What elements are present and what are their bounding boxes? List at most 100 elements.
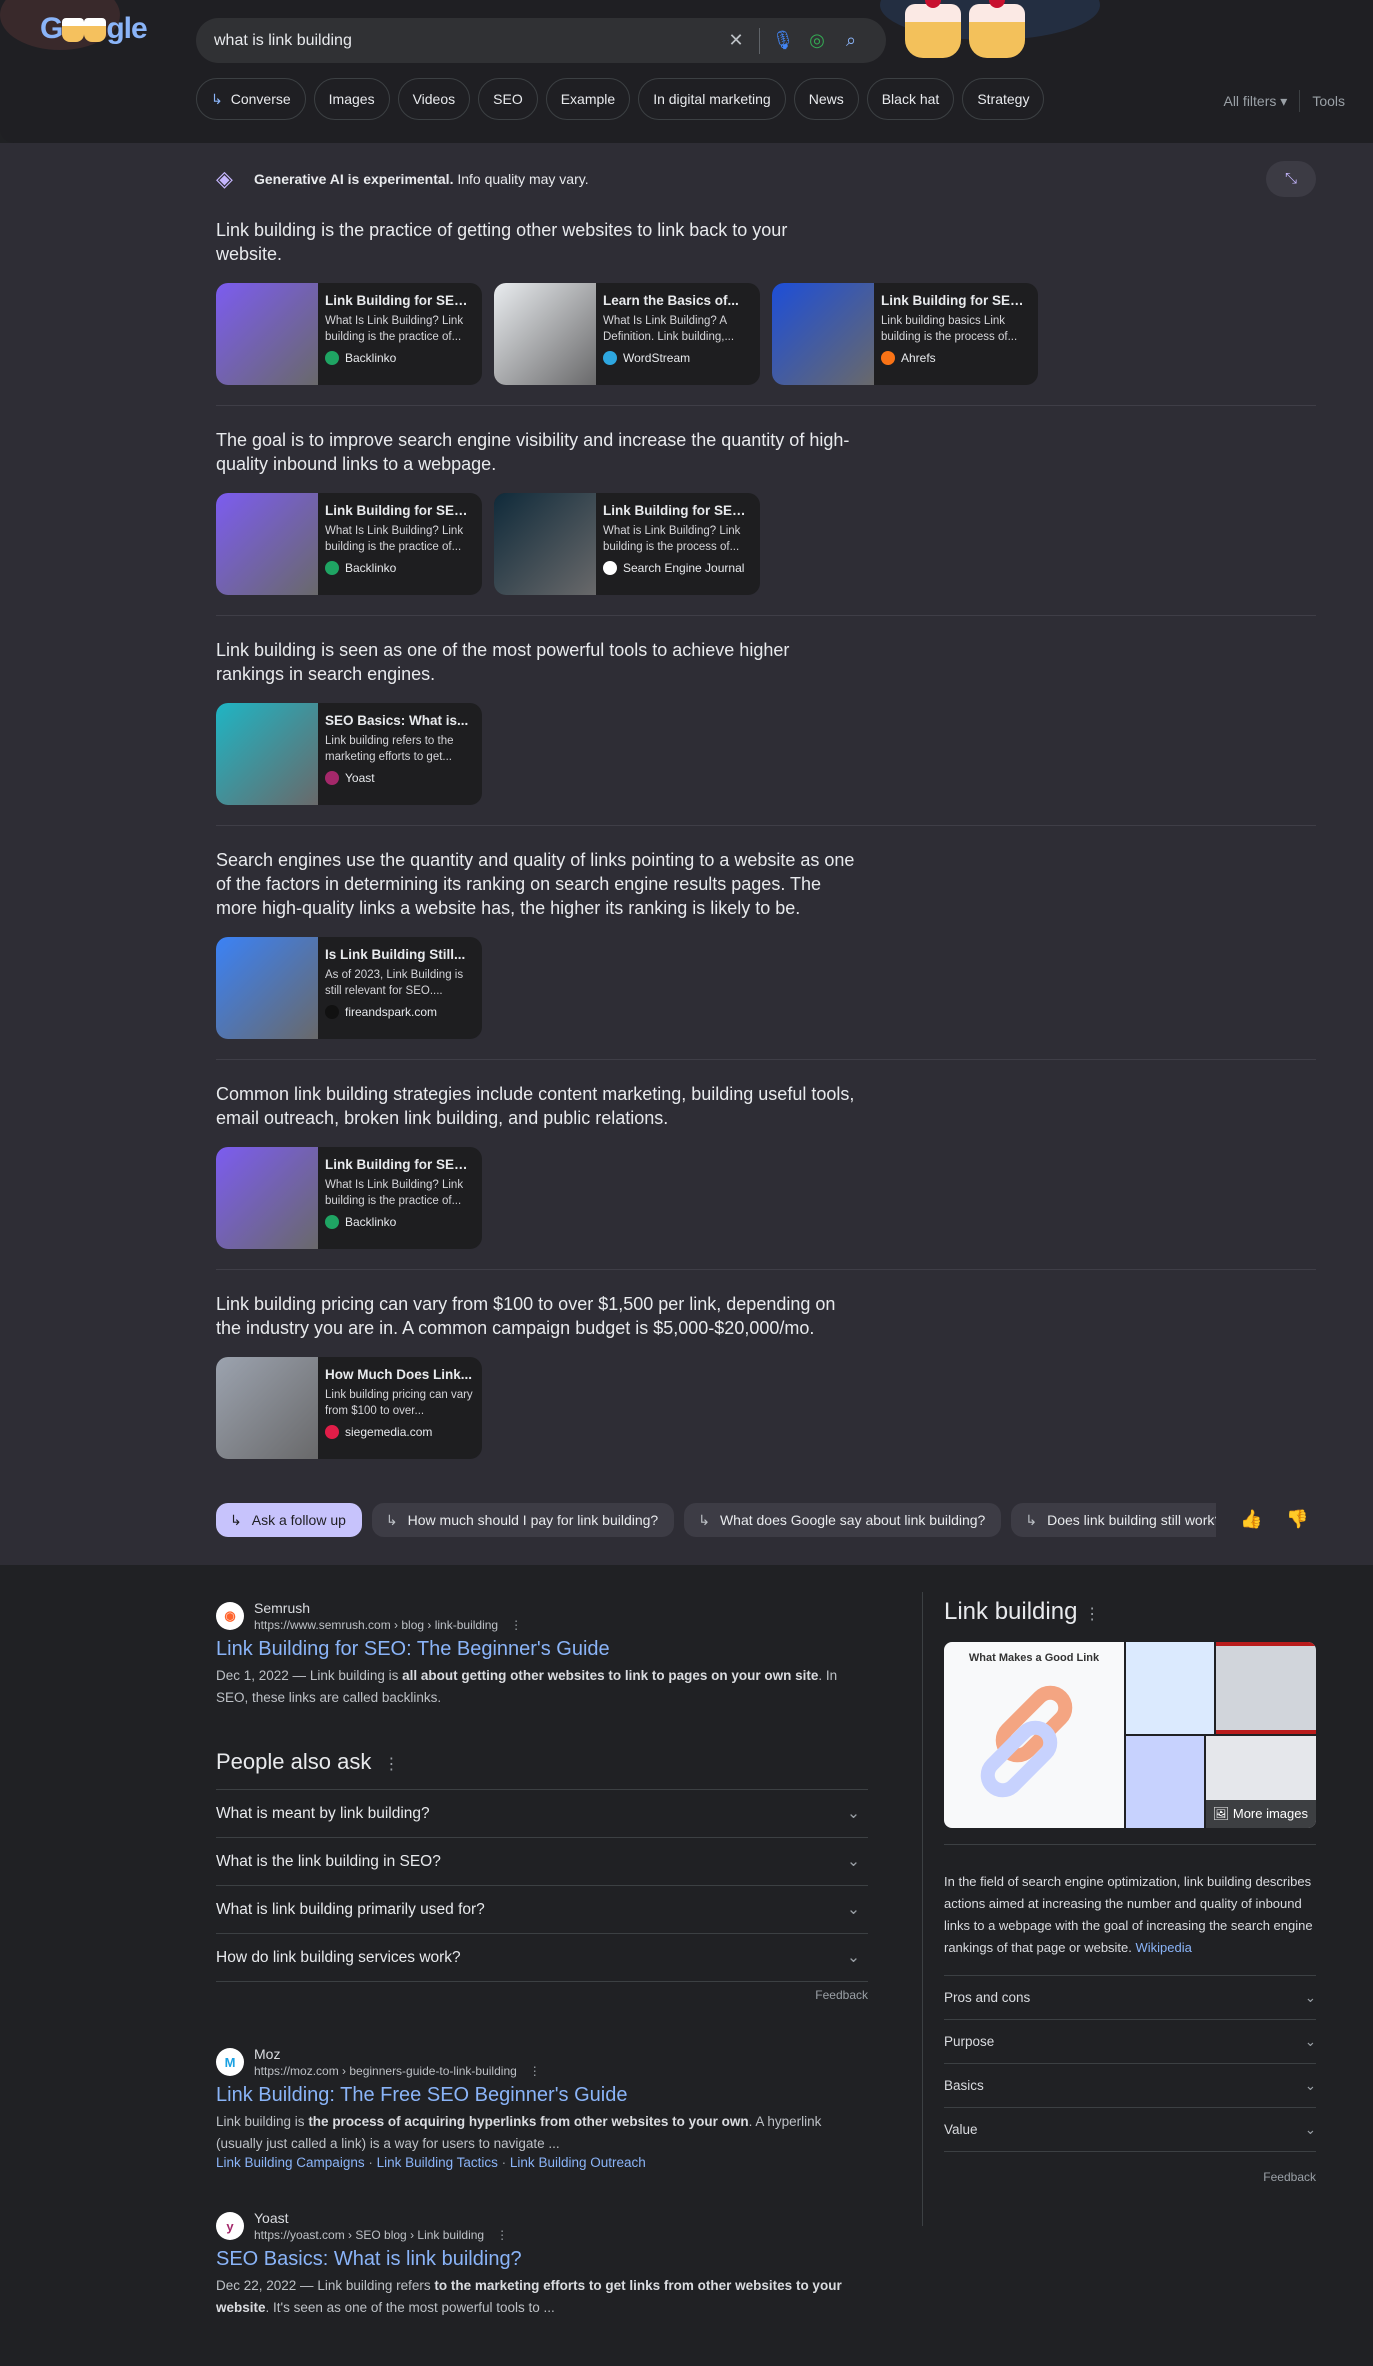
chip-example[interactable]: Example <box>545 78 631 120</box>
card-body: Link Building for SEO... What is Link Bui… <box>596 493 760 595</box>
clear-icon[interactable]: ✕ <box>719 30 753 51</box>
card-source: Search Engine Journal <box>603 561 752 575</box>
followup-chips: ↳ Ask a follow up ↳ How much should I pay f… <box>216 1503 1216 1537</box>
source-card[interactable]: Link Building for SEO... What is Link Bui… <box>494 493 760 595</box>
thumbs-up-icon[interactable]: 👍 <box>1240 1509 1262 1530</box>
source-card[interactable]: Link Building for SEO... Link building ba… <box>772 283 1038 385</box>
card-body: Link Building for SEO... What Is Link Bui… <box>318 1147 482 1249</box>
question-text: What is meant by link building? <box>216 1804 430 1822</box>
kp-row[interactable]: Purpose ⌄ <box>944 2019 1316 2063</box>
image-icon: 🖼 <box>1212 1806 1230 1821</box>
more-options-icon[interactable]: ⋮ <box>383 1756 399 1773</box>
chip-black-hat[interactable]: Black hat <box>866 78 955 120</box>
card-title: Link Building for SEO... <box>881 293 1030 308</box>
card-body: Learn the Basics of... What Is Link Build… <box>596 283 760 385</box>
result-title-link[interactable]: Link Building for SEO: The Beginner's Gu… <box>216 1638 868 1661</box>
sitelink[interactable]: Link Building Outreach <box>510 2155 646 2170</box>
followup-suggestion[interactable]: ↳ Does link building still work? <box>1011 1503 1216 1537</box>
sitelink[interactable]: Link Building Campaigns <box>216 2155 365 2170</box>
card-description: What Is Link Building? Link building is … <box>325 525 464 553</box>
source-card[interactable]: Is Link Building Still... As of 2023, Lin… <box>216 937 482 1039</box>
chevron-down-icon: ⌄ <box>1304 1989 1316 2005</box>
search-input[interactable]: what is link building <box>214 32 719 50</box>
all-filters-button[interactable]: All filters ▾ <box>1223 93 1287 110</box>
paa-question[interactable]: What is the link building in SEO? ⌄ <box>216 1837 868 1885</box>
card-body: How Much Does Link... Link building prici… <box>318 1357 482 1459</box>
site-name: Yoast <box>254 2210 289 2226</box>
more-options-icon[interactable]: ⋮ <box>510 1618 522 1632</box>
snippet-text: Link building refers <box>317 2278 435 2293</box>
site-info: Yoast https://yoast.com › SEO blog › Link… <box>254 2210 508 2242</box>
header: Ggle what is link building ✕ 🎙 ◎ ⌕ ↳ Conv… <box>0 0 1373 143</box>
result-site[interactable]: ◉ Semrush https://www.semrush.com › blog ›… <box>216 1600 868 1632</box>
result-title-link[interactable]: Link Building: The Free SEO Beginner's G… <box>216 2084 868 2107</box>
search-box[interactable]: what is link building ✕ 🎙 ◎ ⌕ <box>196 18 886 63</box>
kp-image[interactable] <box>1126 1642 1214 1734</box>
more-options-icon[interactable]: ⋮ <box>529 2064 541 2078</box>
card-description: What Is Link Building? Link building is … <box>325 1179 464 1207</box>
kp-image[interactable] <box>1216 1642 1316 1734</box>
kp-row[interactable]: Value ⌄ <box>944 2107 1316 2151</box>
wikipedia-link[interactable]: Wikipedia <box>1136 1940 1192 1955</box>
followup-suggestion[interactable]: ↳ What does Google say about link buildin… <box>684 1503 1002 1537</box>
chip-strategy[interactable]: Strategy <box>962 78 1045 120</box>
url-text: https://yoast.com › SEO blog › Link buil… <box>254 2228 485 2242</box>
kp-feedback-link[interactable]: Feedback <box>944 2151 1316 2184</box>
followup-suggestion[interactable]: ↳ How much should I pay for link building… <box>371 1503 675 1537</box>
result-site[interactable]: M Moz https://moz.com › beginners-guide-to… <box>216 2046 868 2078</box>
sparkle-icon: ◈ <box>216 166 233 191</box>
result-title-link[interactable]: SEO Basics: What is link building? <box>216 2248 868 2271</box>
lens-icon[interactable]: ◎ <box>800 30 834 51</box>
tools-button[interactable]: Tools <box>1312 93 1345 109</box>
source-card[interactable]: Learn the Basics of... What Is Link Build… <box>494 283 760 385</box>
card-title: How Much Does Link... <box>325 1367 473 1382</box>
ai-paragraph: Search engines use the quantity and qual… <box>216 850 855 918</box>
sitelink[interactable]: Link Building Tactics <box>377 2155 498 2170</box>
paa-feedback-link[interactable]: Feedback <box>216 1981 868 2002</box>
question-text: How do link building services work? <box>216 1948 461 1966</box>
search-icon[interactable]: ⌕ <box>834 30 868 51</box>
more-options-icon[interactable]: ⋮ <box>496 2228 508 2242</box>
kp-main-image[interactable]: What Makes a Good Link <box>944 1642 1124 1828</box>
chip-images[interactable]: Images <box>313 78 390 120</box>
followup-arrow-icon: ↳ <box>1025 1511 1038 1528</box>
kp-row[interactable]: Basics ⌄ <box>944 2063 1316 2107</box>
source-name: Backlinko <box>345 561 397 575</box>
filters: All filters ▾ Tools <box>1223 90 1345 112</box>
source-card[interactable]: SEO Basics: What is... Link building refe… <box>216 703 482 805</box>
source-card[interactable]: How Much Does Link... Link building prici… <box>216 1357 482 1459</box>
chip-converse[interactable]: ↳ Converse <box>196 78 306 120</box>
kp-image[interactable] <box>1126 1736 1204 1828</box>
card-description: What is Link Building? Link building is … <box>603 525 741 553</box>
source-card[interactable]: Link Building for SEO... What Is Link Bui… <box>216 1147 482 1249</box>
ask-follow-up-button[interactable]: ↳ Ask a follow up <box>216 1503 362 1537</box>
more-options-icon[interactable]: ⋮ <box>1084 1606 1100 1623</box>
paa-question[interactable]: What is link building primarily used for… <box>216 1885 868 1933</box>
source-card[interactable]: Link Building for SEO... What Is Link Bui… <box>216 493 482 595</box>
source-card[interactable]: Link Building for SEO... What Is Link Bui… <box>216 283 482 385</box>
card-description: Link building basics Link building is th… <box>881 315 1018 343</box>
source-cards: Link Building for SEO... What Is Link Bui… <box>216 283 1316 385</box>
more-images-button[interactable]: 🖼 More images <box>1204 1800 1316 1828</box>
paa-question[interactable]: How do link building services work? ⌄ <box>216 1933 868 1981</box>
source-favicon-icon <box>603 351 617 365</box>
chip-label: Example <box>560 91 616 107</box>
paa-question[interactable]: What is meant by link building? ⌄ <box>216 1789 868 1837</box>
chip-news[interactable]: News <box>793 78 859 120</box>
chip-videos[interactable]: Videos <box>397 78 471 120</box>
kp-row[interactable]: Pros and cons ⌄ <box>944 1975 1316 2019</box>
divider <box>1299 90 1301 112</box>
card-body: SEO Basics: What is... Link building refe… <box>318 703 482 805</box>
microphone-icon[interactable]: 🎙 <box>766 30 800 51</box>
chip-seo[interactable]: SEO <box>478 78 538 120</box>
result-site[interactable]: y Yoast https://yoast.com › SEO blog › Lin… <box>216 2210 868 2242</box>
chip-in-digital-marketing[interactable]: In digital marketing <box>638 78 786 120</box>
google-doodle-logo[interactable]: Ggle <box>40 12 150 62</box>
card-thumbnail <box>216 1147 318 1249</box>
collapse-button[interactable]: ⤡ <box>1266 161 1316 197</box>
thumbs-down-icon[interactable]: 👎 <box>1286 1509 1308 1530</box>
card-body: Link Building for SEO... What Is Link Bui… <box>318 283 482 385</box>
ai-paragraph: Common link building strategies include … <box>216 1084 855 1128</box>
kp-image-grid[interactable]: What Makes a Good Link 🖼 More images <box>944 1642 1316 1828</box>
source-favicon-icon <box>325 1005 339 1019</box>
